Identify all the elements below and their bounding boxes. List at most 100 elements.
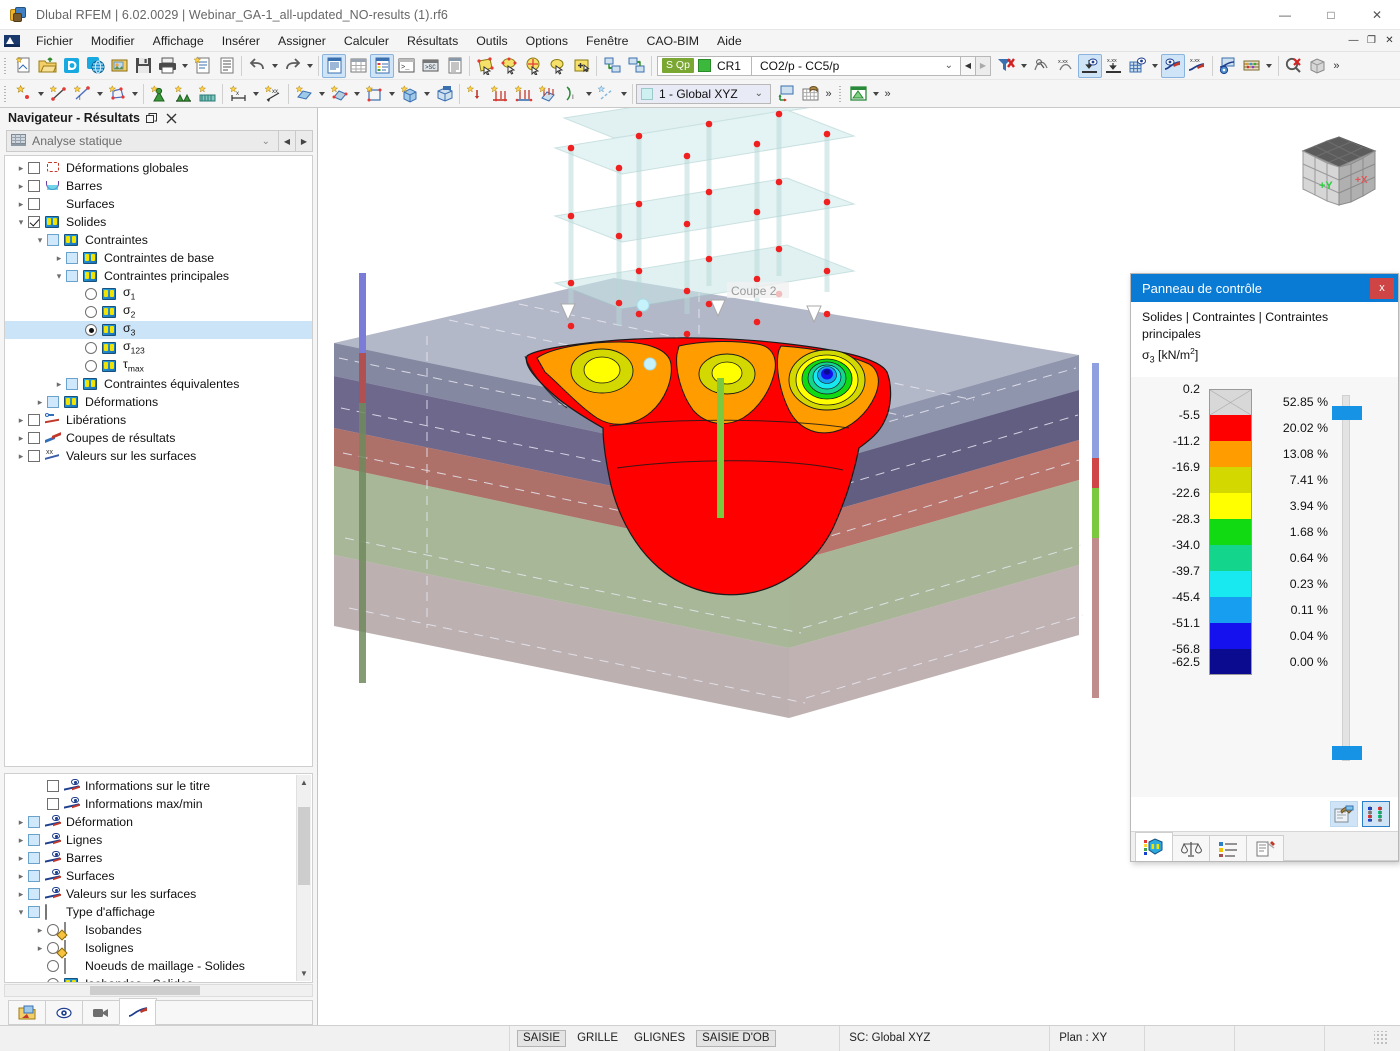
chevron-right-icon[interactable]: ▸ <box>14 815 28 829</box>
resize-grip-icon[interactable] <box>1374 1031 1388 1045</box>
new-surface-load-button[interactable] <box>535 82 559 106</box>
menu-affichage[interactable]: Affichage <box>144 31 213 51</box>
print-button[interactable] <box>155 54 179 78</box>
chevron-right-icon[interactable]: ▸ <box>14 161 28 175</box>
results-tree-item-row[interactable]: σ1 <box>5 285 312 303</box>
toolbar-overflow-chevron-2[interactable]: » <box>822 82 835 106</box>
new-opening-caret[interactable] <box>386 82 397 106</box>
results-tree-item-row[interactable]: σ2 <box>5 303 312 321</box>
table-view-caret[interactable] <box>870 82 881 106</box>
results-tree-item-radio[interactable] <box>85 360 97 372</box>
chevron-right-icon[interactable]: ▸ <box>14 449 28 463</box>
select-add-button[interactable] <box>569 54 593 78</box>
chevron-down-icon[interactable]: ▾ <box>14 905 28 919</box>
new-line-load-button[interactable] <box>487 82 511 106</box>
results-tree-item-row[interactable]: σ123 <box>5 339 312 357</box>
printout-report-button[interactable] <box>190 54 214 78</box>
status-toggle-grille[interactable]: GRILLE <box>572 1030 623 1047</box>
legend-color-swatch[interactable] <box>1209 388 1252 415</box>
display-tree-item-row[interactable]: Isobandes - Solides <box>5 975 296 982</box>
display-tree-item-row[interactable]: Noeuds de maillage - Solides <box>5 957 296 975</box>
new-model-button[interactable] <box>11 54 35 78</box>
display-tree-item-row[interactable]: ▸ Isolignes <box>5 939 296 957</box>
mdi-close-button[interactable]: ✕ <box>1381 32 1398 49</box>
legend-color-swatch[interactable] <box>1209 570 1252 597</box>
results-tree-item-row[interactable]: ▸ Déformations globales <box>5 159 312 177</box>
results-tree-item-radio[interactable] <box>85 342 97 354</box>
filter-dropdown-caret[interactable] <box>1019 54 1030 78</box>
display-tree-item-checkbox[interactable] <box>28 906 40 918</box>
display-tree-item-checkbox[interactable] <box>28 852 40 864</box>
factors-tab[interactable] <box>1172 835 1210 861</box>
display-tree-item-row[interactable]: Informations sur le titre <box>5 777 296 795</box>
new-line-type-caret[interactable] <box>94 82 105 106</box>
results-tree-item-checkbox[interactable] <box>28 216 40 228</box>
new-surface-set-button[interactable] <box>327 82 351 106</box>
work-plane-button[interactable] <box>774 82 798 106</box>
display-tree-item-checkbox[interactable] <box>28 816 40 828</box>
slider-thumb-bottom[interactable] <box>1332 746 1362 760</box>
select-special-button[interactable] <box>521 54 545 78</box>
results-tree-item-row[interactable]: ▸ Libérations <box>5 411 312 429</box>
new-node-caret[interactable] <box>35 82 46 106</box>
undo-button[interactable] <box>245 54 269 78</box>
new-solid-set-button[interactable] <box>432 82 456 106</box>
list-button[interactable] <box>442 54 466 78</box>
display-tree[interactable]: Informations sur le titre Informations ma… <box>4 773 313 983</box>
new-solid-button[interactable] <box>397 82 421 106</box>
select-single-button[interactable] <box>497 54 521 78</box>
results-tree-item-radio[interactable] <box>85 324 97 336</box>
result-diagram-button[interactable] <box>1160 53 1185 78</box>
open-button[interactable] <box>35 54 59 78</box>
new-dimension-caret[interactable] <box>250 82 261 106</box>
new-polyline-caret[interactable] <box>129 82 140 106</box>
display-tree-item-row[interactable]: ▾ Type d'affichage <box>5 903 296 921</box>
new-line-button[interactable] <box>46 82 70 106</box>
mdi-minimize-button[interactable]: — <box>1345 32 1362 49</box>
console-button[interactable]: >_ <box>394 54 418 78</box>
view-navigation-cube[interactable]: +Y +X <box>1289 125 1383 219</box>
script-button[interactable]: >SC <box>418 54 442 78</box>
new-opening-button[interactable] <box>362 82 386 106</box>
chevron-right-icon[interactable]: ▸ <box>14 197 28 211</box>
results-tree-item-radio[interactable] <box>85 288 97 300</box>
new-surface-support-button[interactable] <box>195 82 219 106</box>
slider-thumb-top[interactable] <box>1332 405 1362 420</box>
select-lasso-button[interactable] <box>545 54 569 78</box>
print-dropdown-caret[interactable] <box>179 54 190 78</box>
new-line-support-button[interactable] <box>171 82 195 106</box>
menu-options[interactable]: Options <box>517 31 577 51</box>
window-minimize-button[interactable]: — <box>1262 0 1308 30</box>
abacus-button[interactable] <box>1240 54 1264 78</box>
coordinate-system-selector[interactable]: 1 - Global XYZ ⌄ <box>636 83 771 104</box>
menu-cao-bim[interactable]: CAO-BIM <box>637 31 708 51</box>
result-config-button[interactable] <box>1216 54 1240 78</box>
chevron-right-icon[interactable]: ▸ <box>14 179 28 193</box>
legend-color-swatch[interactable] <box>1209 492 1252 519</box>
new-nodal-load-button[interactable] <box>463 82 487 106</box>
new-imperfection-button[interactable] <box>594 82 618 106</box>
result-values-button[interactable]: x.xx <box>1185 54 1209 78</box>
chevron-right-icon[interactable]: ▸ <box>14 851 28 865</box>
legend-color-swatch[interactable] <box>1209 544 1252 571</box>
results-tree-item-row[interactable]: ▸ Surfaces <box>5 195 312 213</box>
display-tree-item-row[interactable]: ▸ Valeurs sur les surfaces <box>5 885 296 903</box>
table-view-button[interactable] <box>846 82 870 106</box>
results-tree-item-checkbox[interactable] <box>28 414 40 426</box>
render-mode-button[interactable] <box>600 54 624 78</box>
results-tree[interactable]: ▸ Déformations globales ▸ Barres ▸ Surfaces ▾ S… <box>4 155 313 767</box>
display-tree-hscrollbar[interactable] <box>4 984 313 997</box>
new-member-load-button[interactable] <box>511 82 535 106</box>
load-combination-combo[interactable]: CO2/p - CC5/p ⌄ <box>750 55 961 76</box>
legend-color-swatch[interactable] <box>1209 622 1252 649</box>
new-coordinate-button[interactable]: xx <box>261 82 285 106</box>
results-navigator-tab[interactable] <box>119 998 157 1025</box>
new-line-type-button[interactable]: I <box>70 82 94 106</box>
abacus-dropdown-caret[interactable] <box>1264 54 1275 78</box>
results-tree-item-row[interactable]: ▾ Solides <box>5 213 312 231</box>
results-tree-item-row[interactable]: ▾ Contraintes principales <box>5 267 312 285</box>
results-tree-item-checkbox[interactable] <box>28 180 40 192</box>
results-tree-item-row[interactable]: ▸ Barres <box>5 177 312 195</box>
menu-fichier[interactable]: Fichier <box>27 31 82 51</box>
model-viewport[interactable]: Coupe 2 +Y +X Panneau de contrôle x Soli… <box>319 108 1400 1025</box>
